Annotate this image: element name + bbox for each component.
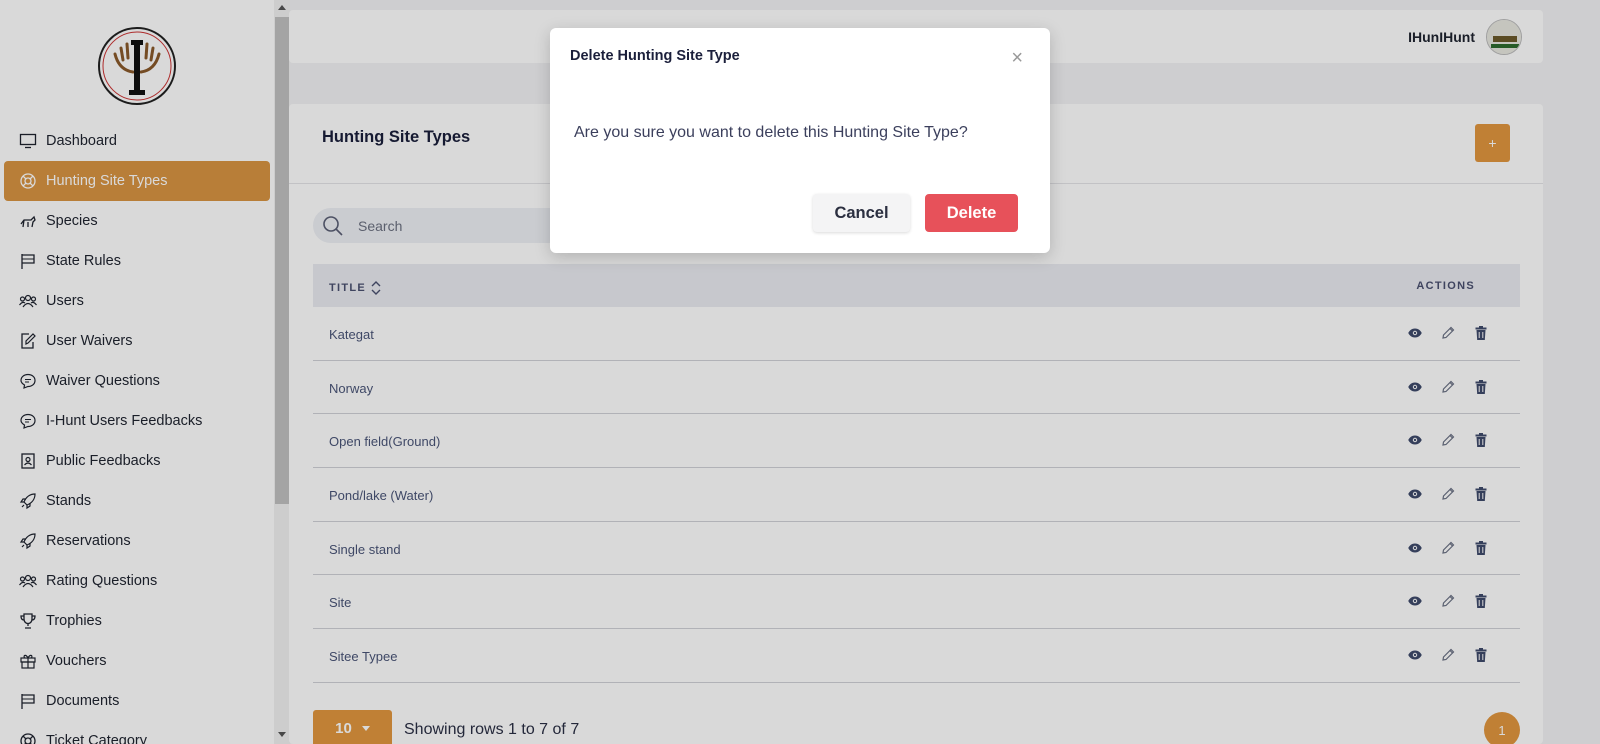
delete-modal: Delete Hunting Site Type × Are you sure … bbox=[550, 28, 1050, 253]
delete-button[interactable]: Delete bbox=[925, 194, 1018, 232]
modal-message: Are you sure you want to delete this Hun… bbox=[574, 124, 968, 141]
close-icon[interactable]: × bbox=[1011, 48, 1023, 68]
modal-title: Delete Hunting Site Type bbox=[570, 48, 740, 64]
cancel-button[interactable]: Cancel bbox=[813, 194, 910, 232]
